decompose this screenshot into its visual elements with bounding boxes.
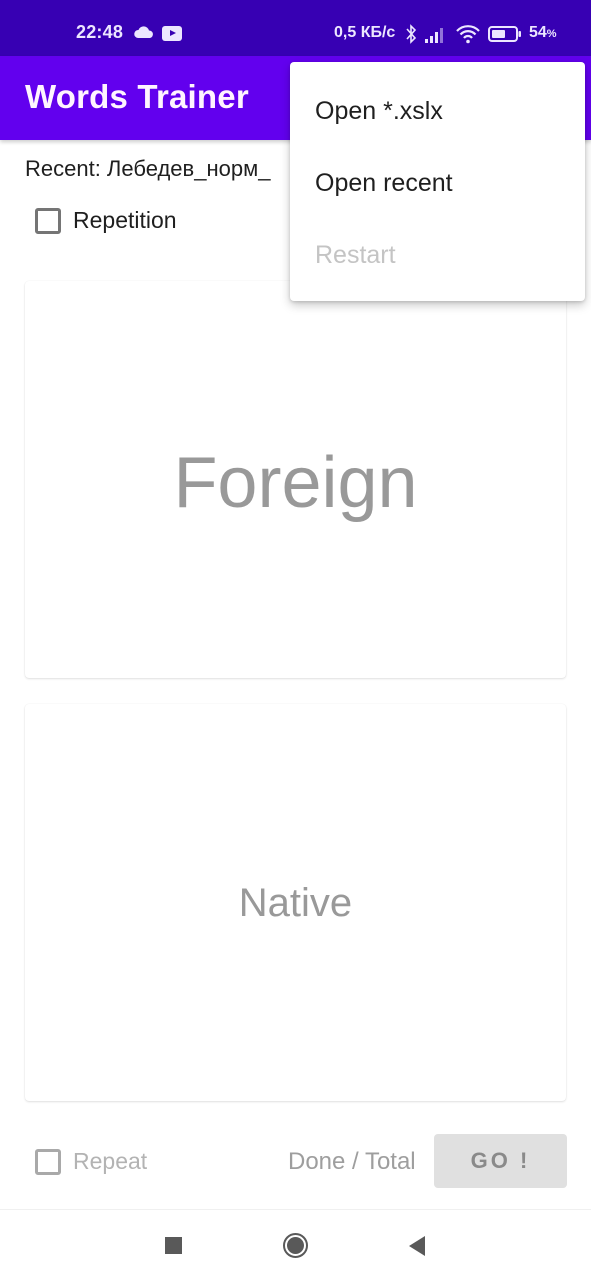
foreign-word-card[interactable]: Foreign xyxy=(25,281,566,678)
repeat-checkbox-row[interactable]: Repeat xyxy=(35,1148,147,1175)
menu-item-open-recent[interactable]: Open recent xyxy=(290,147,585,219)
status-bar: 22:48 0,5 КБ/с 54% xyxy=(0,0,591,56)
back-button[interactable] xyxy=(387,1210,447,1280)
recents-square-icon xyxy=(164,1237,182,1254)
recent-file-label: Recent: Лебедев_норм_ xyxy=(25,156,271,181)
signal-icon xyxy=(425,28,443,43)
go-button[interactable]: GO ! xyxy=(434,1134,567,1188)
foreign-word: Foreign xyxy=(173,442,418,523)
repetition-checkbox-row[interactable]: Repetition xyxy=(35,207,177,234)
network-speed: 0,5 КБ/с xyxy=(334,24,396,41)
status-time: 22:48 xyxy=(76,22,124,42)
battery-percent: 54% xyxy=(529,24,557,41)
repeat-checkbox[interactable] xyxy=(35,1148,61,1175)
app-title: Words Trainer xyxy=(25,78,249,115)
menu-item-restart[interactable]: Restart xyxy=(290,219,585,291)
home-button[interactable] xyxy=(265,1210,325,1280)
home-circle-icon xyxy=(282,1233,308,1258)
navigation-bar xyxy=(0,1209,591,1280)
wifi-icon xyxy=(456,25,480,44)
native-word-card[interactable]: Native xyxy=(25,704,566,1101)
native-word: Native xyxy=(238,881,353,925)
progress-label: Done / Total xyxy=(288,1148,416,1175)
repeat-label[interactable]: Repeat xyxy=(73,1148,147,1175)
overflow-menu: Open *.xslx Open recent Restart xyxy=(290,62,585,301)
back-triangle-icon xyxy=(409,1235,425,1256)
bluetooth-icon xyxy=(406,24,417,44)
youtube-icon xyxy=(162,26,182,41)
cloud-icon xyxy=(134,26,153,38)
battery-icon xyxy=(488,26,521,42)
menu-item-open-xslx[interactable]: Open *.xslx xyxy=(290,75,585,147)
recents-button[interactable] xyxy=(143,1210,203,1280)
repetition-checkbox[interactable] xyxy=(35,207,61,234)
repetition-label[interactable]: Repetition xyxy=(73,207,177,234)
